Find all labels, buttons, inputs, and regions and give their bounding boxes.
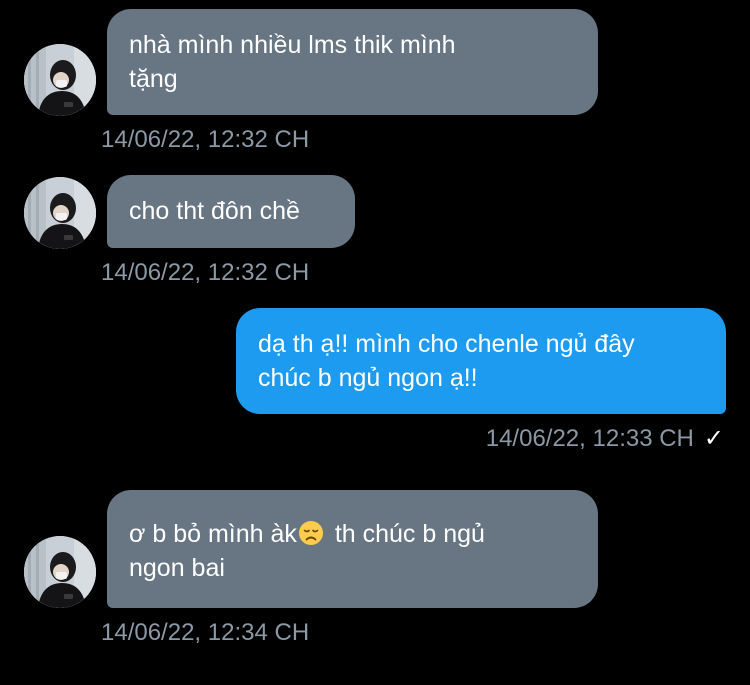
message-text-line: ngon bai (129, 554, 225, 582)
message-text: ơ b bỏ mình àk (129, 520, 297, 548)
message-timestamp-row: 14/06/22, 12:33 CH ✓ (486, 424, 724, 454)
message-text-line: dạ th ạ!! mình cho chenle ngủ đây (258, 330, 635, 358)
message-bubble-received[interactable]: cho tht đôn chề (107, 175, 355, 248)
message-text-line: cho tht đôn chề (129, 197, 300, 225)
message-bubble-received[interactable]: nhà mình nhiều lms thik mình tặng (107, 9, 598, 115)
message-bubble-received[interactable]: ơ b bỏ mình àk th chúc b ngủ ngon bai (107, 490, 598, 608)
message-timestamp: 14/06/22, 12:33 CH (485, 425, 694, 452)
sender-avatar[interactable] (24, 44, 96, 116)
avatar-image (24, 536, 96, 608)
message-text: th chúc b ngủ (327, 520, 485, 548)
sender-avatar[interactable] (24, 177, 96, 249)
message-text-line: tặng (129, 65, 178, 93)
avatar-image (24, 177, 96, 249)
message-timestamp: 14/06/22, 12:32 CH (101, 259, 310, 286)
message-bubble-sent[interactable]: dạ th ạ!! mình cho chenle ngủ đây chúc b… (236, 308, 726, 414)
message-text-line: ơ b bỏ mình àk th chúc b ngủ (129, 517, 576, 551)
check-icon: ✓ (703, 425, 724, 452)
message-text-line: nhà mình nhiều lms thik mình (129, 31, 456, 59)
disappointed-face-emoji (298, 520, 324, 546)
message-text-line: chúc b ngủ ngon ạ!! (258, 364, 478, 392)
message-timestamp: 14/06/22, 12:32 CH (101, 126, 310, 153)
sender-avatar[interactable] (24, 536, 96, 608)
message-timestamp: 14/06/22, 12:34 CH (101, 619, 310, 646)
avatar-image (24, 44, 96, 116)
